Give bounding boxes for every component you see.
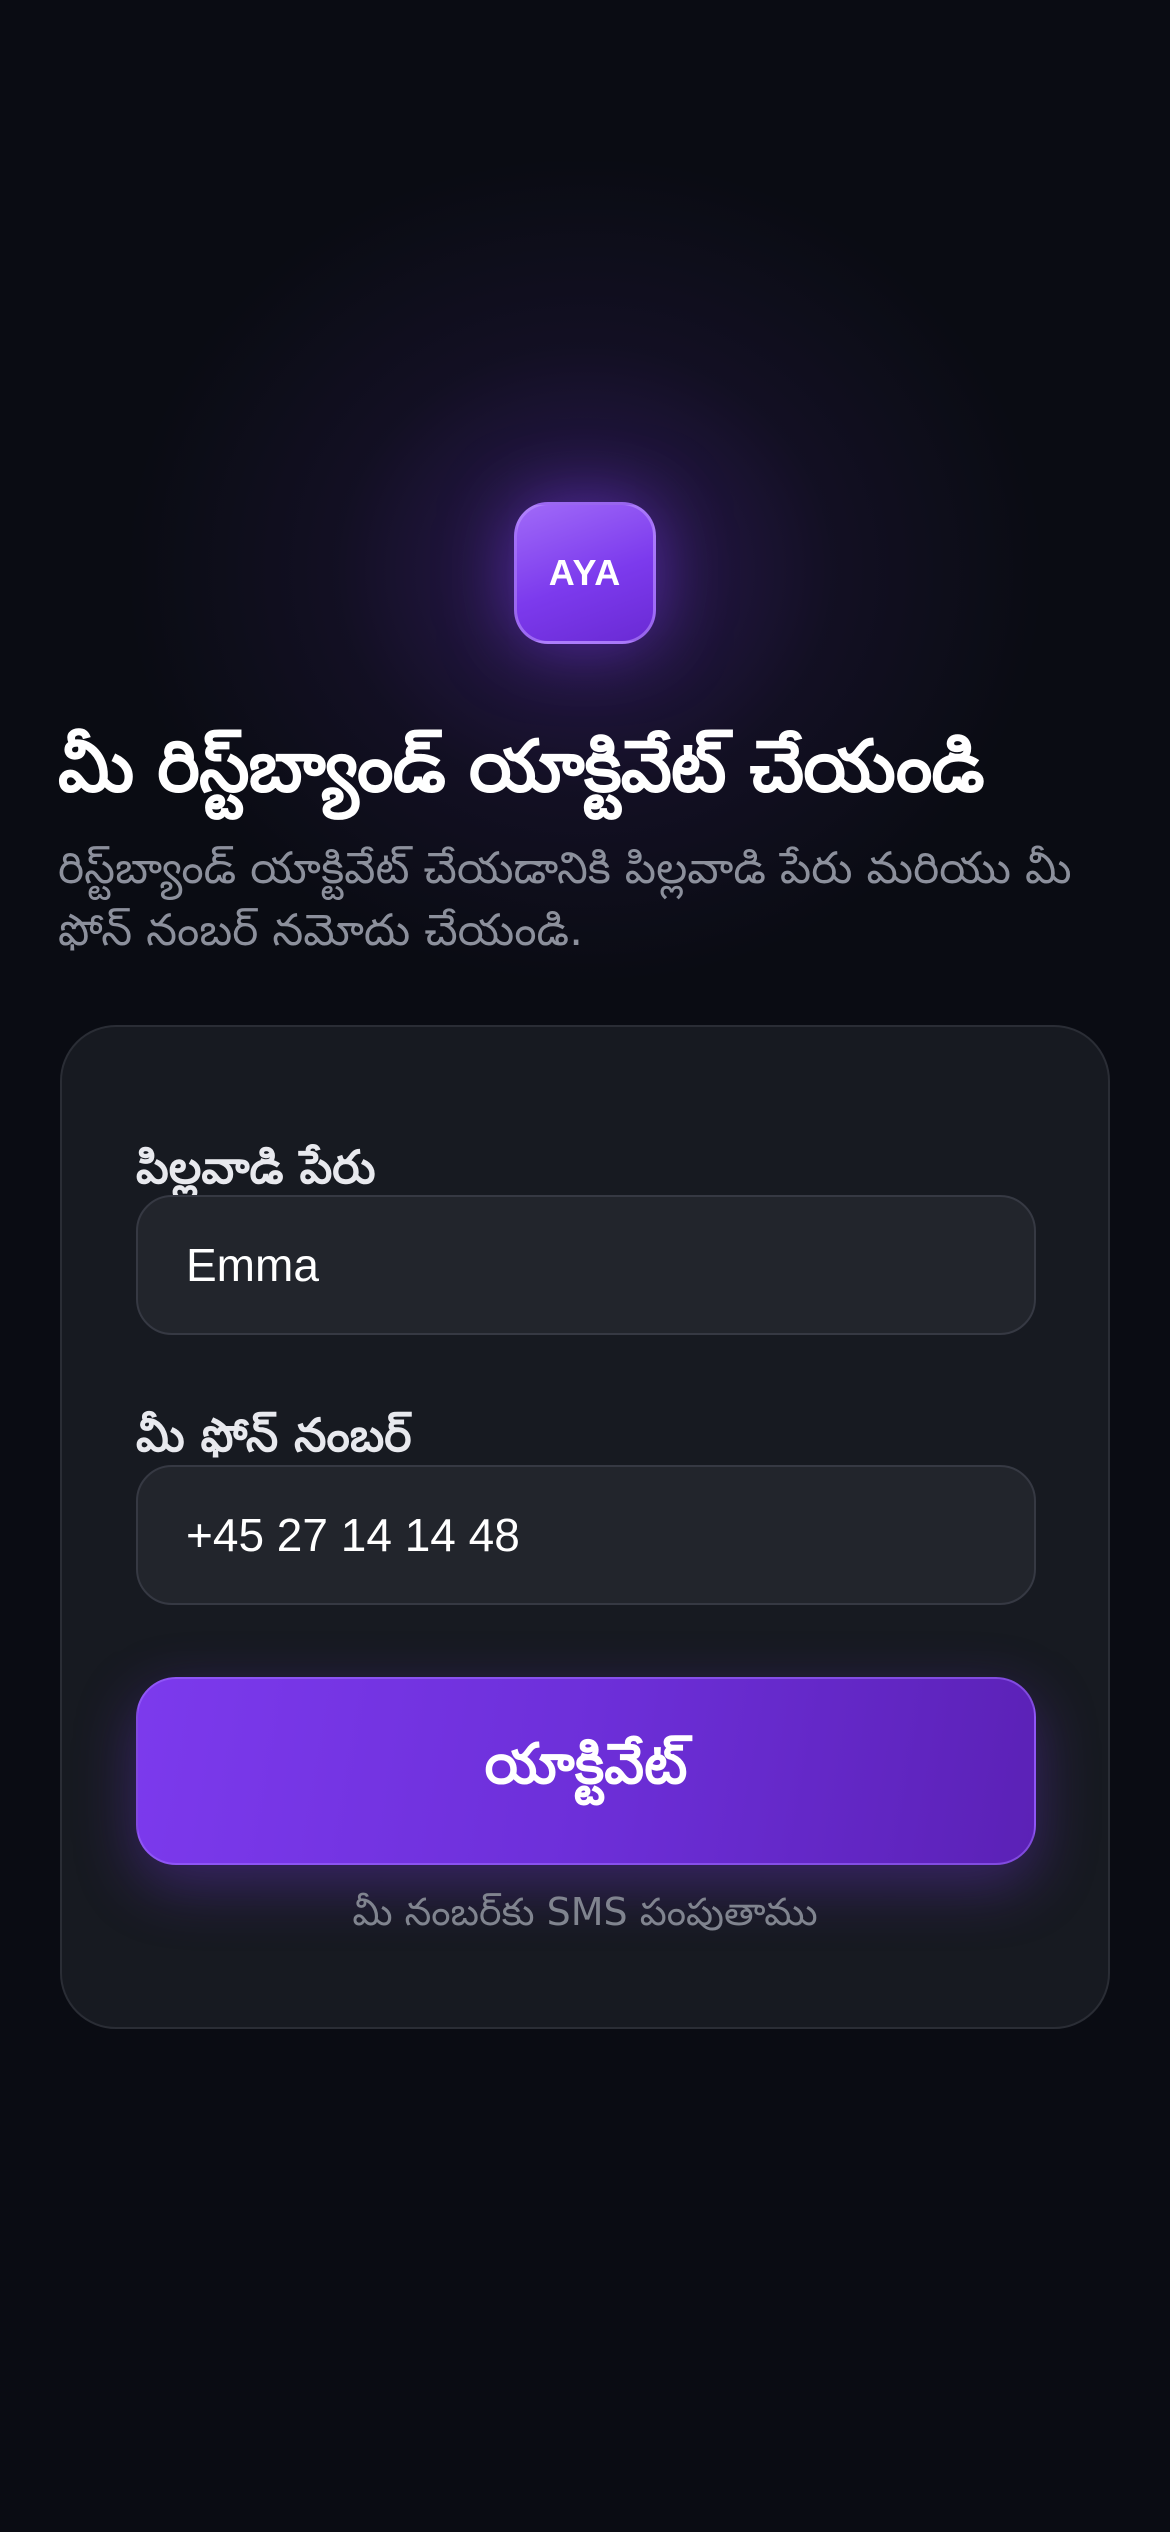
- activate-button[interactable]: యాక్టివేట్: [136, 1677, 1036, 1865]
- sms-hint: మీ నంబర్‌కు SMS పంపుతాము: [352, 1890, 818, 1934]
- page-title: మీ రిస్ట్‌బ్యాండ్ యాక్టివేట్ చేయండి: [58, 724, 985, 808]
- child-name-label: పిల్లవాడి పేరు: [136, 1140, 376, 1194]
- child-name-input[interactable]: [136, 1195, 1036, 1335]
- logo-text: AYA: [548, 552, 622, 593]
- phone-input[interactable]: [136, 1465, 1036, 1605]
- activation-card: పిల్లవాడి పేరు మీ ఫోన్ నంబర్ యాక్టివేట్ …: [60, 1025, 1110, 2029]
- app-logo: AYA: [514, 502, 656, 644]
- phone-label: మీ ఫోన్ నంబర్: [136, 1408, 412, 1462]
- page-subtitle: రిస్ట్‌బ్యాండ్ యాక్టివేట్ చేయడానికి పిల్…: [58, 843, 1072, 956]
